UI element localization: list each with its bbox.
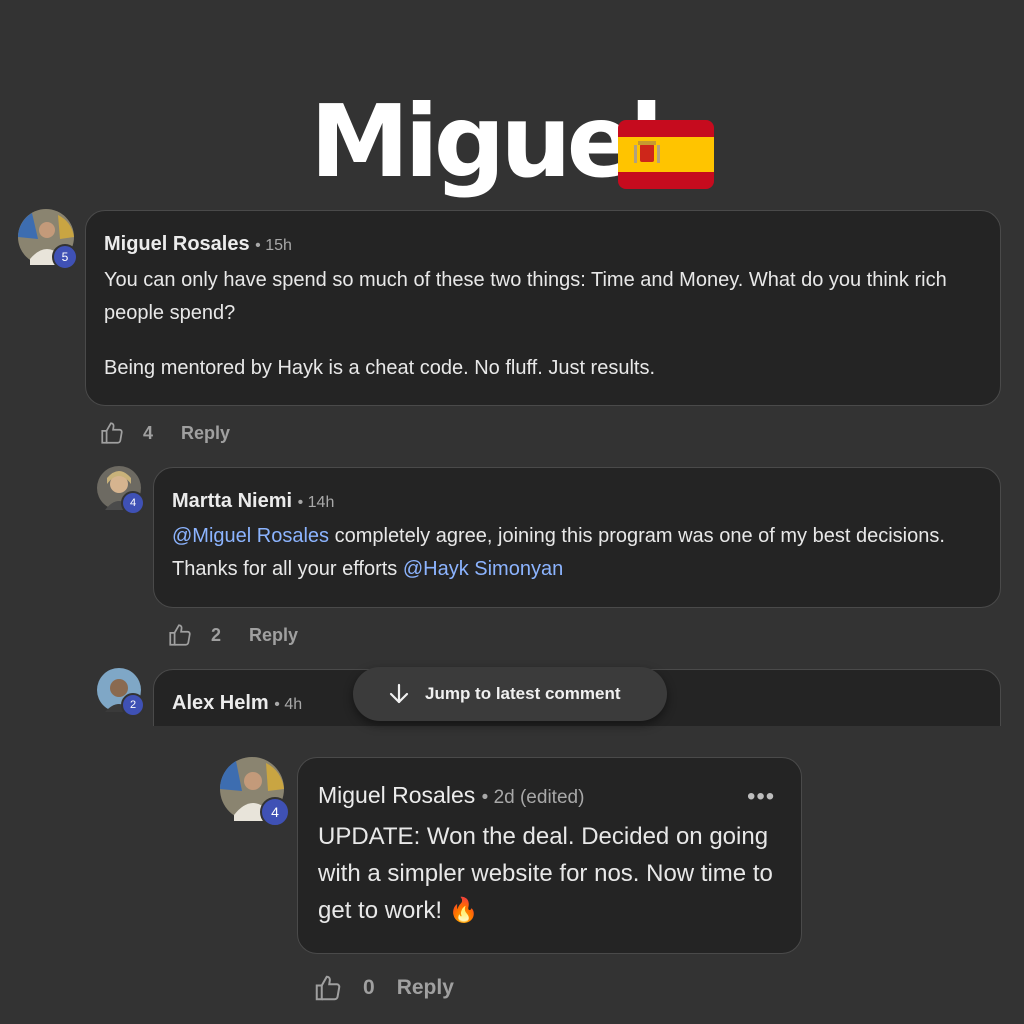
comment-body: @Miguel Rosales completely agree, joinin… bbox=[172, 520, 972, 586]
comment-card: Miguel Rosales • 15h You can only have s… bbox=[85, 210, 1001, 406]
like-count: 2 bbox=[211, 624, 222, 645]
level-badge: 5 bbox=[52, 244, 78, 270]
reply-button[interactable]: Reply bbox=[181, 423, 230, 444]
reply-card: Martta Niemi • 14h @Miguel Rosales compl… bbox=[153, 467, 1001, 608]
comment-card-highlighted: Miguel Rosales • 2d (edited) UPDATE: Won… bbox=[297, 757, 802, 954]
comment-time: • 4h bbox=[274, 696, 303, 713]
jump-label: Jump to latest comment bbox=[425, 684, 621, 703]
avatar[interactable]: 5 bbox=[18, 209, 78, 270]
avatar[interactable]: 4 bbox=[97, 466, 145, 515]
more-options-icon[interactable]: ••• bbox=[747, 783, 775, 811]
jump-to-latest-button[interactable]: Jump to latest comment bbox=[353, 667, 667, 721]
like-count: 0 bbox=[363, 976, 375, 999]
comment-time: • 14h bbox=[297, 494, 335, 511]
comment-author[interactable]: Alex Helm bbox=[172, 692, 269, 714]
comment-paragraph: You can only have spend so much of these… bbox=[104, 269, 947, 324]
reply-button[interactable]: Reply bbox=[397, 976, 454, 1000]
thumbs-up-icon[interactable] bbox=[167, 622, 193, 648]
comment-author[interactable]: Miguel Rosales bbox=[318, 782, 475, 808]
mention-link[interactable]: @Miguel Rosales bbox=[172, 525, 329, 547]
like-count: 4 bbox=[143, 422, 154, 443]
comment-body: UPDATE: Won the deal. Decided on going w… bbox=[318, 823, 773, 924]
comment-actions: 4 Reply bbox=[99, 420, 230, 446]
reply-button[interactable]: Reply bbox=[249, 625, 298, 646]
comment-actions: 0 Reply bbox=[313, 973, 454, 1003]
comment-time: • 2d (edited) bbox=[481, 787, 585, 808]
avatar[interactable]: 4 bbox=[220, 757, 290, 827]
comment-time: • 15h bbox=[255, 237, 292, 254]
thumbs-up-icon[interactable] bbox=[313, 973, 343, 1003]
thumbs-up-icon[interactable] bbox=[99, 420, 125, 446]
level-badge: 4 bbox=[121, 491, 145, 515]
comment-author[interactable]: Martta Niemi bbox=[172, 490, 292, 512]
spain-flag-icon bbox=[618, 120, 714, 189]
comment-actions: 2 Reply bbox=[167, 622, 298, 648]
comment-author[interactable]: Miguel Rosales bbox=[104, 233, 250, 255]
page-title: Miguel bbox=[310, 83, 664, 200]
mention-link[interactable]: @Hayk Simonyan bbox=[403, 558, 563, 580]
level-badge: 4 bbox=[260, 797, 290, 827]
level-badge: 2 bbox=[121, 693, 145, 717]
list-clip-edge bbox=[150, 726, 1010, 754]
avatar[interactable]: 2 bbox=[97, 668, 145, 717]
arrow-down-icon bbox=[389, 683, 409, 704]
comment-paragraph: Being mentored by Hayk is a cheat code. … bbox=[104, 357, 656, 379]
comment-body: You can only have spend so much of these… bbox=[104, 264, 994, 385]
